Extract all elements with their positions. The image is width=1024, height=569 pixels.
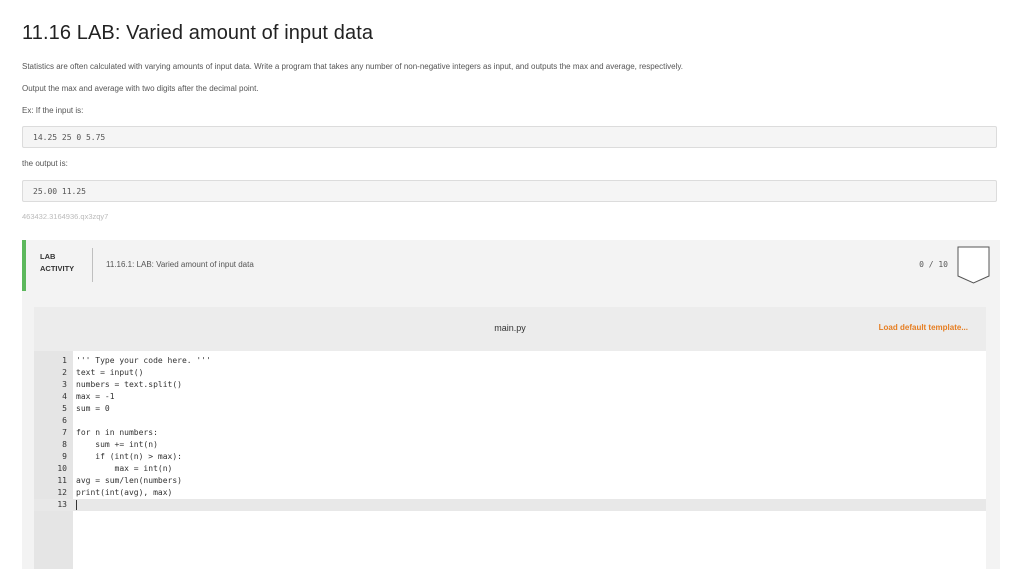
code-line[interactable]: 7 for n in numbers: [34, 427, 986, 439]
code-text [76, 499, 77, 511]
text-cursor [76, 499, 77, 510]
lab-label-line1: LAB [40, 252, 56, 261]
code-text: max = int(n) [76, 464, 173, 473]
line-number: 10 [57, 464, 67, 473]
code-text: print(int(avg), max) [76, 488, 173, 497]
line-number: 7 [62, 428, 67, 437]
code-line[interactable]: 3 numbers = text.split() [34, 379, 986, 391]
line-number: 1 [62, 356, 67, 365]
load-default-template-link[interactable]: Load default template... [879, 323, 968, 332]
code-line[interactable]: 2 text = input() [34, 367, 986, 379]
code-text: if (int(n) > max): [76, 452, 182, 461]
lab-activity-panel: LAB ACTIVITY 11.16.1: LAB: Varied amount… [22, 240, 1000, 569]
output-format-paragraph: Output the max and average with two digi… [22, 84, 259, 93]
line-number: 4 [62, 392, 67, 401]
line-number: 13 [57, 500, 67, 509]
lab-id: 463432.3164936.qx3zqy7 [22, 212, 109, 221]
lab-activity-label: LAB ACTIVITY [40, 251, 90, 275]
code-line[interactable]: 9 if (int(n) > max): [34, 451, 986, 463]
editor-toolbar: main.py Load default template... [34, 307, 986, 351]
line-number: 11 [57, 476, 67, 485]
lab-activity-header: LAB ACTIVITY 11.16.1: LAB: Varied amount… [22, 240, 1000, 291]
code-line[interactable]: 11 avg = sum/len(numbers) [34, 475, 986, 487]
line-number: 9 [62, 452, 67, 461]
code-text: ''' Type your code here. ''' [76, 356, 211, 365]
code-line[interactable]: 8 sum += int(n) [34, 439, 986, 451]
code-line[interactable]: 13 [34, 499, 986, 511]
lab-label-line2: ACTIVITY [40, 264, 75, 273]
header-divider [92, 248, 93, 282]
code-text: max = -1 [76, 392, 115, 401]
example-input-box: 14.25 25 0 5.75 [22, 126, 997, 148]
code-line[interactable]: 5 sum = 0 [34, 403, 986, 415]
code-text: for n in numbers: [76, 428, 158, 437]
code-text: sum += int(n) [76, 440, 158, 449]
line-number: 3 [62, 380, 67, 389]
filename: main.py [494, 323, 526, 333]
line-number: 12 [57, 488, 67, 497]
code-line[interactable]: 10 max = int(n) [34, 463, 986, 475]
code-text: avg = sum/len(numbers) [76, 476, 182, 485]
code-text: sum = 0 [76, 404, 110, 413]
code-editor[interactable]: main.py Load default template... 1 ''' Ty… [34, 307, 986, 569]
description-paragraph: Statistics are often calculated with var… [22, 62, 683, 71]
example-output-intro: the output is: [22, 159, 68, 168]
completion-badge-icon [957, 246, 990, 284]
line-number: 8 [62, 440, 67, 449]
lab-activity-name: 11.16.1: LAB: Varied amount of input dat… [106, 260, 254, 269]
code-line[interactable]: 1 ''' Type your code here. ''' [34, 355, 986, 367]
page-title: 11.16 LAB: Varied amount of input data [22, 22, 374, 44]
line-number: 6 [62, 416, 67, 425]
code-line[interactable]: 12 print(int(avg), max) [34, 487, 986, 499]
lab-score: 0 / 10 [919, 260, 948, 269]
example-intro: Ex: If the input is: [22, 106, 84, 115]
code-line[interactable]: 6 [34, 415, 986, 427]
line-number: 2 [62, 368, 67, 377]
example-output-box: 25.00 11.25 [22, 180, 997, 202]
code-line[interactable]: 4 max = -1 [34, 391, 986, 403]
code-text: text = input() [76, 368, 144, 377]
line-number: 5 [62, 404, 67, 413]
code-text: numbers = text.split() [76, 380, 182, 389]
